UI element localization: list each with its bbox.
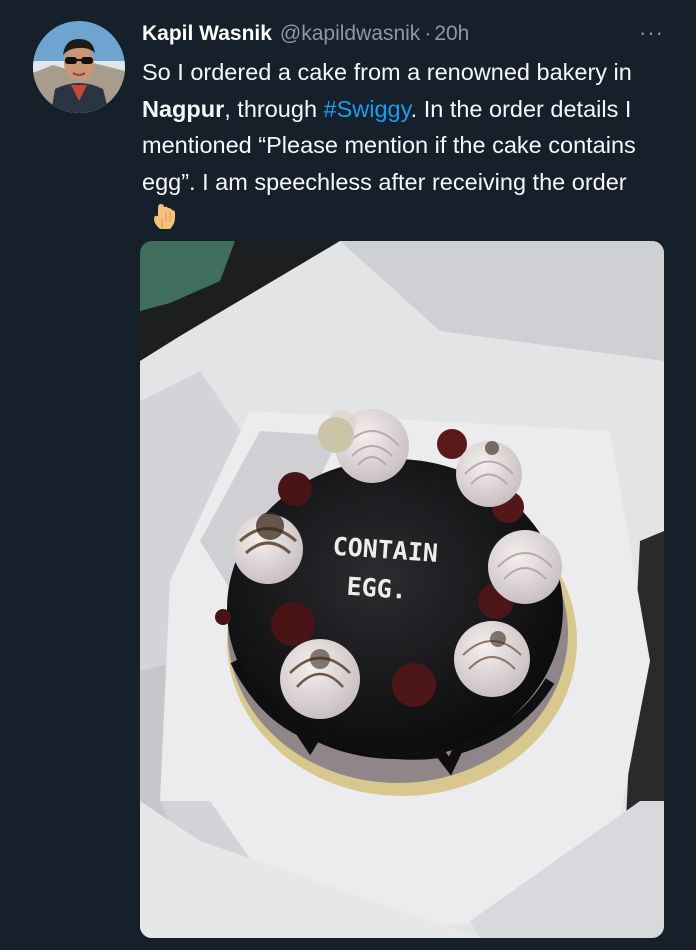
- hashtag-link[interactable]: #Swiggy: [324, 96, 411, 122]
- backhand-index-pointing-down-icon: [152, 202, 178, 243]
- tweet-text: So I ordered a cake from a renowned bake…: [142, 54, 662, 243]
- separator-dot: ·: [424, 22, 432, 45]
- tweet-photo[interactable]: CONTAIN EGG.: [140, 241, 664, 938]
- tweet-bold-city: Nagpur: [142, 95, 225, 122]
- more-options-icon[interactable]: ···: [639, 22, 664, 44]
- tweet-time[interactable]: 20h: [434, 17, 469, 51]
- tweet-text-part2: , through: [224, 95, 324, 122]
- avatar[interactable]: [33, 21, 125, 113]
- author-name[interactable]: Kapil Wasnik: [142, 17, 272, 51]
- cake-text-line2: EGG.: [346, 572, 408, 605]
- author-handle[interactable]: @kapildwasnik: [280, 17, 420, 51]
- tweet-header: Kapil Wasnik @kapildwasnik · 20h: [142, 17, 676, 51]
- tweet-text-part1: So I ordered a cake from a renowned bake…: [142, 59, 632, 85]
